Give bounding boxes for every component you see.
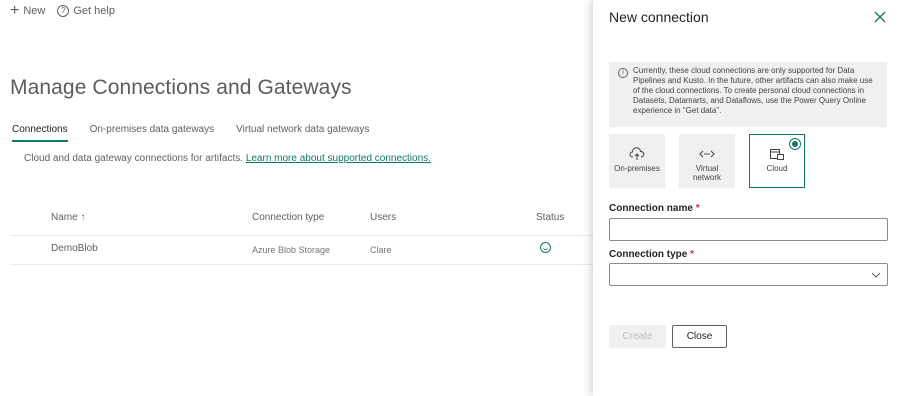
panel-title: New connection	[609, 9, 709, 25]
close-icon[interactable]	[873, 10, 887, 24]
table-row[interactable]: DemoBlob Azure Blob Storage Clare	[10, 235, 595, 265]
card-virtual-network[interactable]: Virtual network	[679, 134, 735, 188]
connection-name-input[interactable]	[609, 218, 888, 241]
card-on-premises[interactable]: On-premises	[609, 134, 665, 188]
new-button[interactable]: + New	[10, 2, 46, 19]
column-header-status[interactable]: Status	[536, 212, 564, 223]
column-header-name[interactable]: Name ↑	[51, 212, 85, 223]
card-cloud-label: Cloud	[766, 164, 788, 173]
tab-virtual-network-gateways[interactable]: Virtual network data gateways	[236, 124, 369, 142]
get-help-button[interactable]: ? Get help	[57, 5, 115, 17]
column-header-connection-type[interactable]: Connection type	[252, 212, 324, 223]
row-connection-type: Azure Blob Storage	[252, 245, 331, 255]
help-icon: ?	[57, 5, 70, 17]
required-mark: *	[690, 249, 695, 260]
connection-type-label-text: Connection type	[609, 249, 688, 260]
card-cloud[interactable]: Cloud	[749, 134, 805, 188]
info-text: Currently, these cloud connections are o…	[633, 66, 873, 115]
description-text: Cloud and data gateway connections for a…	[24, 153, 244, 164]
connection-type-dropdown[interactable]	[609, 263, 888, 286]
create-button[interactable]: Create	[609, 325, 666, 348]
info-message: i Currently, these cloud connections are…	[609, 62, 887, 127]
tab-connections[interactable]: Connections	[12, 124, 68, 142]
new-connection-panel: New connection i Currently, these cloud …	[593, 0, 903, 396]
required-mark: *	[695, 203, 700, 214]
vnet-icon	[680, 147, 734, 161]
plus-icon: +	[10, 2, 20, 19]
connection-name-label-text: Connection name	[609, 203, 693, 214]
page-title: Manage Connections and Gateways	[10, 76, 352, 99]
card-on-premises-label: On-premises	[614, 164, 660, 173]
connection-type-label: Connection type *	[609, 249, 694, 260]
info-icon: i	[618, 68, 628, 78]
page-description: Cloud and data gateway connections for a…	[24, 153, 431, 164]
top-toolbar: + New ? Get help	[10, 2, 115, 19]
column-header-users[interactable]: Users	[370, 212, 396, 223]
card-virtual-network-label: Virtual network	[692, 164, 721, 182]
row-name[interactable]: DemoBlob	[51, 243, 98, 254]
learn-more-link[interactable]: Learn more about supported connections.	[246, 153, 431, 164]
selected-radio-icon	[789, 138, 801, 150]
get-help-label: Get help	[73, 5, 115, 17]
close-button[interactable]: Close	[672, 325, 727, 348]
table-header: Name ↑ Connection type Users Status	[0, 212, 600, 232]
connection-name-label: Connection name *	[609, 203, 700, 214]
connection-kind-selector: On-premises Virtual network Cloud	[609, 134, 805, 188]
status-ok-icon	[540, 242, 551, 253]
tab-bar: Connections On-premises data gateways Vi…	[12, 124, 369, 142]
cloud-upload-icon	[610, 147, 664, 161]
chevron-down-icon	[871, 272, 881, 278]
new-label: New	[23, 5, 46, 17]
row-users: Clare	[370, 245, 392, 255]
tab-on-premises-gateways[interactable]: On-premises data gateways	[90, 124, 215, 142]
